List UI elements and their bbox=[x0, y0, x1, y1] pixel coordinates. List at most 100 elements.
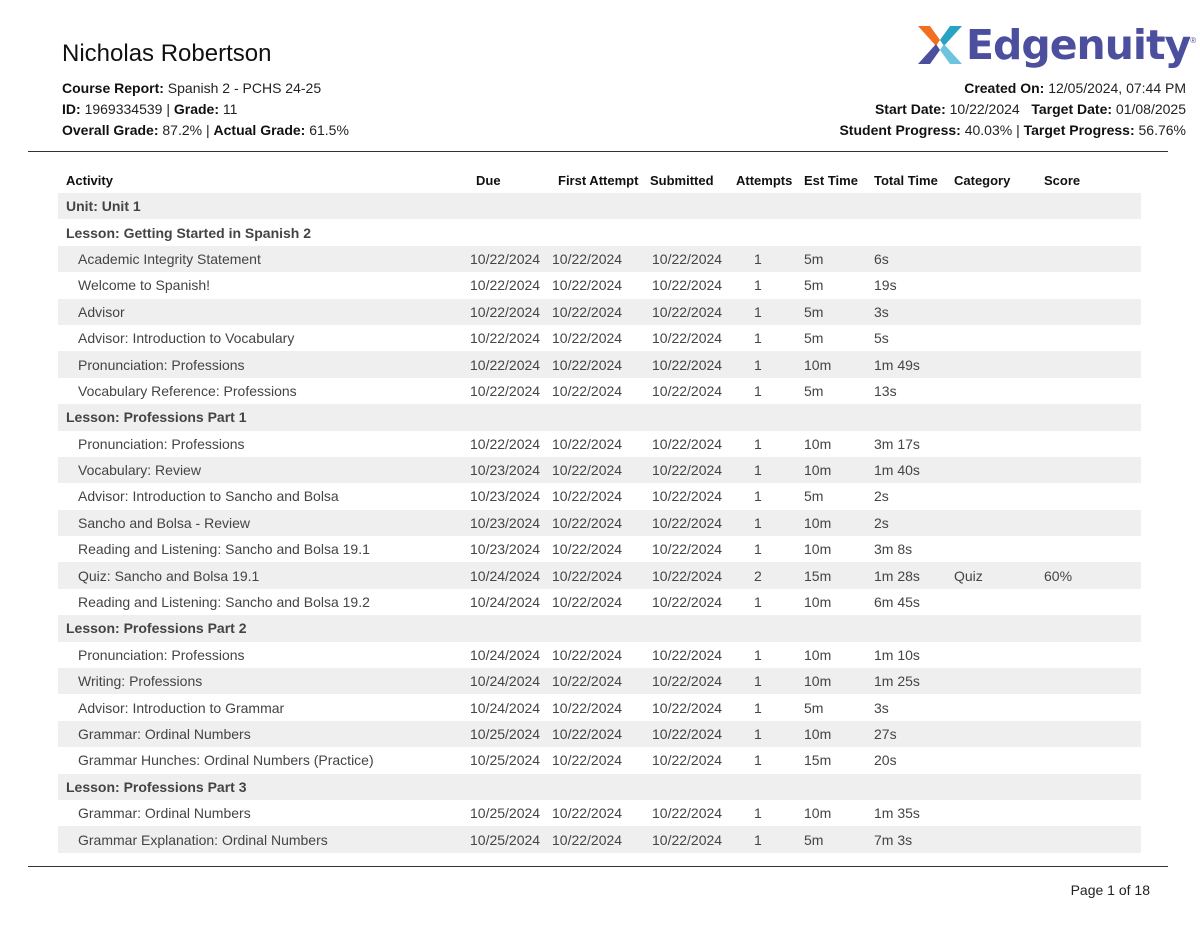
cell-due: 10/25/2024 bbox=[468, 720, 550, 748]
column-header-submitted: Submitted bbox=[650, 172, 714, 188]
cell-total-time: 3s bbox=[866, 298, 946, 325]
cell-due: 10/22/2024 bbox=[470, 277, 541, 294]
cell-attempts: 2 bbox=[728, 562, 796, 589]
cell-submitted: 10/22/2024 bbox=[642, 720, 728, 748]
cell-activity: Grammar: Ordinal Numbers bbox=[78, 805, 251, 822]
target-progress-label: Target Progress: bbox=[1023, 122, 1135, 138]
cell-due: 10/22/2024 bbox=[470, 330, 541, 347]
cell-total-time: 1m 25s bbox=[866, 668, 946, 695]
cell-attempts: 1 bbox=[754, 382, 762, 399]
cell-due: 10/22/2024 bbox=[468, 298, 550, 325]
cell-category bbox=[946, 826, 1036, 853]
cell-first-attempt: 10/22/2024 bbox=[550, 509, 642, 537]
activity-table: Activity Due First Attempt Submitted Attempt… bbox=[58, 167, 1141, 853]
start-date-value: 10/22/2024 bbox=[949, 101, 1020, 117]
target-progress-value: 56.76% bbox=[1138, 122, 1186, 138]
cell-category bbox=[946, 747, 1036, 773]
cell-submitted: 10/22/2024 bbox=[652, 541, 723, 558]
cell-activity: Grammar: Ordinal Numbers bbox=[58, 720, 468, 748]
registered-mark: ® bbox=[1190, 36, 1197, 45]
cell-submitted: 10/22/2024 bbox=[652, 382, 723, 399]
table-row: Advisor: Introduction to Vocabulary 10/22… bbox=[58, 325, 1141, 351]
cell-first-attempt: 10/22/2024 bbox=[550, 456, 642, 484]
column-header-attempts: Attempts bbox=[736, 172, 793, 188]
cell-est-time: 5m bbox=[804, 277, 824, 294]
cell-attempts: 1 bbox=[754, 594, 762, 611]
target-date-label: Target Date: bbox=[1031, 101, 1113, 117]
cell-total-time: 3m 17s bbox=[874, 435, 920, 452]
cell-submitted: 10/22/2024 bbox=[652, 330, 723, 347]
table-row: Grammar: Ordinal Numbers 10/25/2024 10/22/… bbox=[58, 720, 1141, 748]
table-row: Vocabulary: Review 10/23/2024 10/22/2024 10… bbox=[58, 456, 1141, 484]
cell-est-time: 5m bbox=[796, 826, 866, 853]
separator: | bbox=[1016, 122, 1020, 138]
actual-grade-label: Actual Grade: bbox=[213, 122, 306, 138]
column-header-score: Score bbox=[1044, 172, 1081, 188]
actual-grade-value: 61.5% bbox=[309, 122, 349, 138]
cell-due: 10/24/2024 bbox=[470, 594, 541, 611]
cell-score bbox=[1036, 378, 1141, 404]
cell-est-time: 10m bbox=[804, 594, 832, 611]
cell-first-attempt: 10/22/2024 bbox=[552, 330, 623, 347]
cell-activity: Reading and Listening: Sancho and Bolsa … bbox=[78, 594, 370, 611]
cell-est-time: 15m bbox=[804, 752, 832, 769]
cell-activity: Quiz: Sancho and Bolsa 19.1 bbox=[58, 562, 468, 589]
table-row: Academic Integrity Statement 10/22/2024 10… bbox=[58, 245, 1141, 273]
cell-due: 10/22/2024 bbox=[468, 351, 550, 378]
progress-line: Student Progress: 40.03% | Target Progre… bbox=[839, 120, 1186, 141]
cell-submitted: 10/22/2024 bbox=[642, 562, 728, 589]
cell-submitted: 10/22/2024 bbox=[652, 752, 723, 769]
student-progress-label: Student Progress: bbox=[839, 122, 961, 138]
student-progress-value: 40.03% bbox=[964, 122, 1013, 138]
cell-attempts: 1 bbox=[728, 720, 796, 748]
cell-due: 10/22/2024 bbox=[470, 382, 541, 399]
cell-total-time: 3m 8s bbox=[874, 541, 913, 558]
column-header-due: Due bbox=[476, 172, 501, 188]
table-body: Unit: Unit 1 Lesson: Getting Started in S… bbox=[58, 193, 1141, 853]
start-date-label: Start Date: bbox=[874, 101, 946, 117]
column-header-first-attempt: First Attempt bbox=[558, 172, 639, 188]
cell-total-time: 13s bbox=[874, 382, 897, 399]
cell-category bbox=[946, 431, 1036, 457]
cell-activity: Writing: Professions bbox=[58, 668, 468, 695]
cell-attempts: 1 bbox=[754, 541, 762, 558]
cell-total-time: 1m 40s bbox=[866, 456, 946, 484]
cell-attempts: 1 bbox=[754, 488, 762, 505]
cell-submitted: 10/22/2024 bbox=[652, 646, 723, 663]
table-row: Grammar Hunches: Ordinal Numbers (Practi… bbox=[58, 747, 1141, 773]
cell-category bbox=[946, 536, 1036, 562]
cell-first-attempt: 10/22/2024 bbox=[550, 351, 642, 378]
column-header-est-time: Est Time bbox=[804, 172, 858, 188]
cell-category bbox=[946, 720, 1036, 748]
cell-due: 10/24/2024 bbox=[470, 699, 541, 716]
cell-score: 60% bbox=[1036, 562, 1141, 589]
cell-due: 10/23/2024 bbox=[468, 509, 550, 537]
cell-submitted: 10/22/2024 bbox=[652, 435, 723, 452]
cell-total-time: 6m 45s bbox=[874, 594, 920, 611]
cell-activity: Advisor bbox=[58, 298, 468, 325]
edgenuity-x-icon bbox=[918, 26, 962, 64]
cell-category bbox=[946, 509, 1036, 537]
cell-first-attempt: 10/22/2024 bbox=[552, 382, 623, 399]
logo-wordmark: Edgenuity bbox=[966, 21, 1191, 69]
cell-score bbox=[1036, 826, 1141, 853]
separator: | bbox=[205, 122, 210, 138]
cell-total-time: 19s bbox=[874, 277, 897, 294]
cell-submitted: 10/22/2024 bbox=[652, 699, 723, 716]
cell-category bbox=[946, 483, 1036, 509]
table-row: Pronunciation: Professions 10/22/2024 10/2… bbox=[58, 431, 1141, 457]
cell-score bbox=[1036, 747, 1141, 773]
dates-line: Start Date: 10/22/2024 Target Date: 01/0… bbox=[839, 99, 1186, 120]
cell-attempts: 1 bbox=[728, 456, 796, 484]
cell-est-time: 10m bbox=[804, 541, 832, 558]
table-row: Sancho and Bolsa - Review 10/23/2024 10/22… bbox=[58, 509, 1141, 537]
cell-score bbox=[1036, 245, 1141, 273]
cell-est-time: 10m bbox=[796, 351, 866, 378]
cell-first-attempt: 10/22/2024 bbox=[552, 277, 623, 294]
cell-first-attempt: 10/22/2024 bbox=[550, 245, 642, 273]
cell-first-attempt: 10/22/2024 bbox=[550, 720, 642, 748]
cell-submitted: 10/22/2024 bbox=[642, 509, 728, 537]
table-row: Reading and Listening: Sancho and Bolsa … bbox=[58, 589, 1141, 615]
page-number: Page 1 of 18 bbox=[1070, 882, 1150, 898]
cell-total-time: 3s bbox=[874, 699, 889, 716]
